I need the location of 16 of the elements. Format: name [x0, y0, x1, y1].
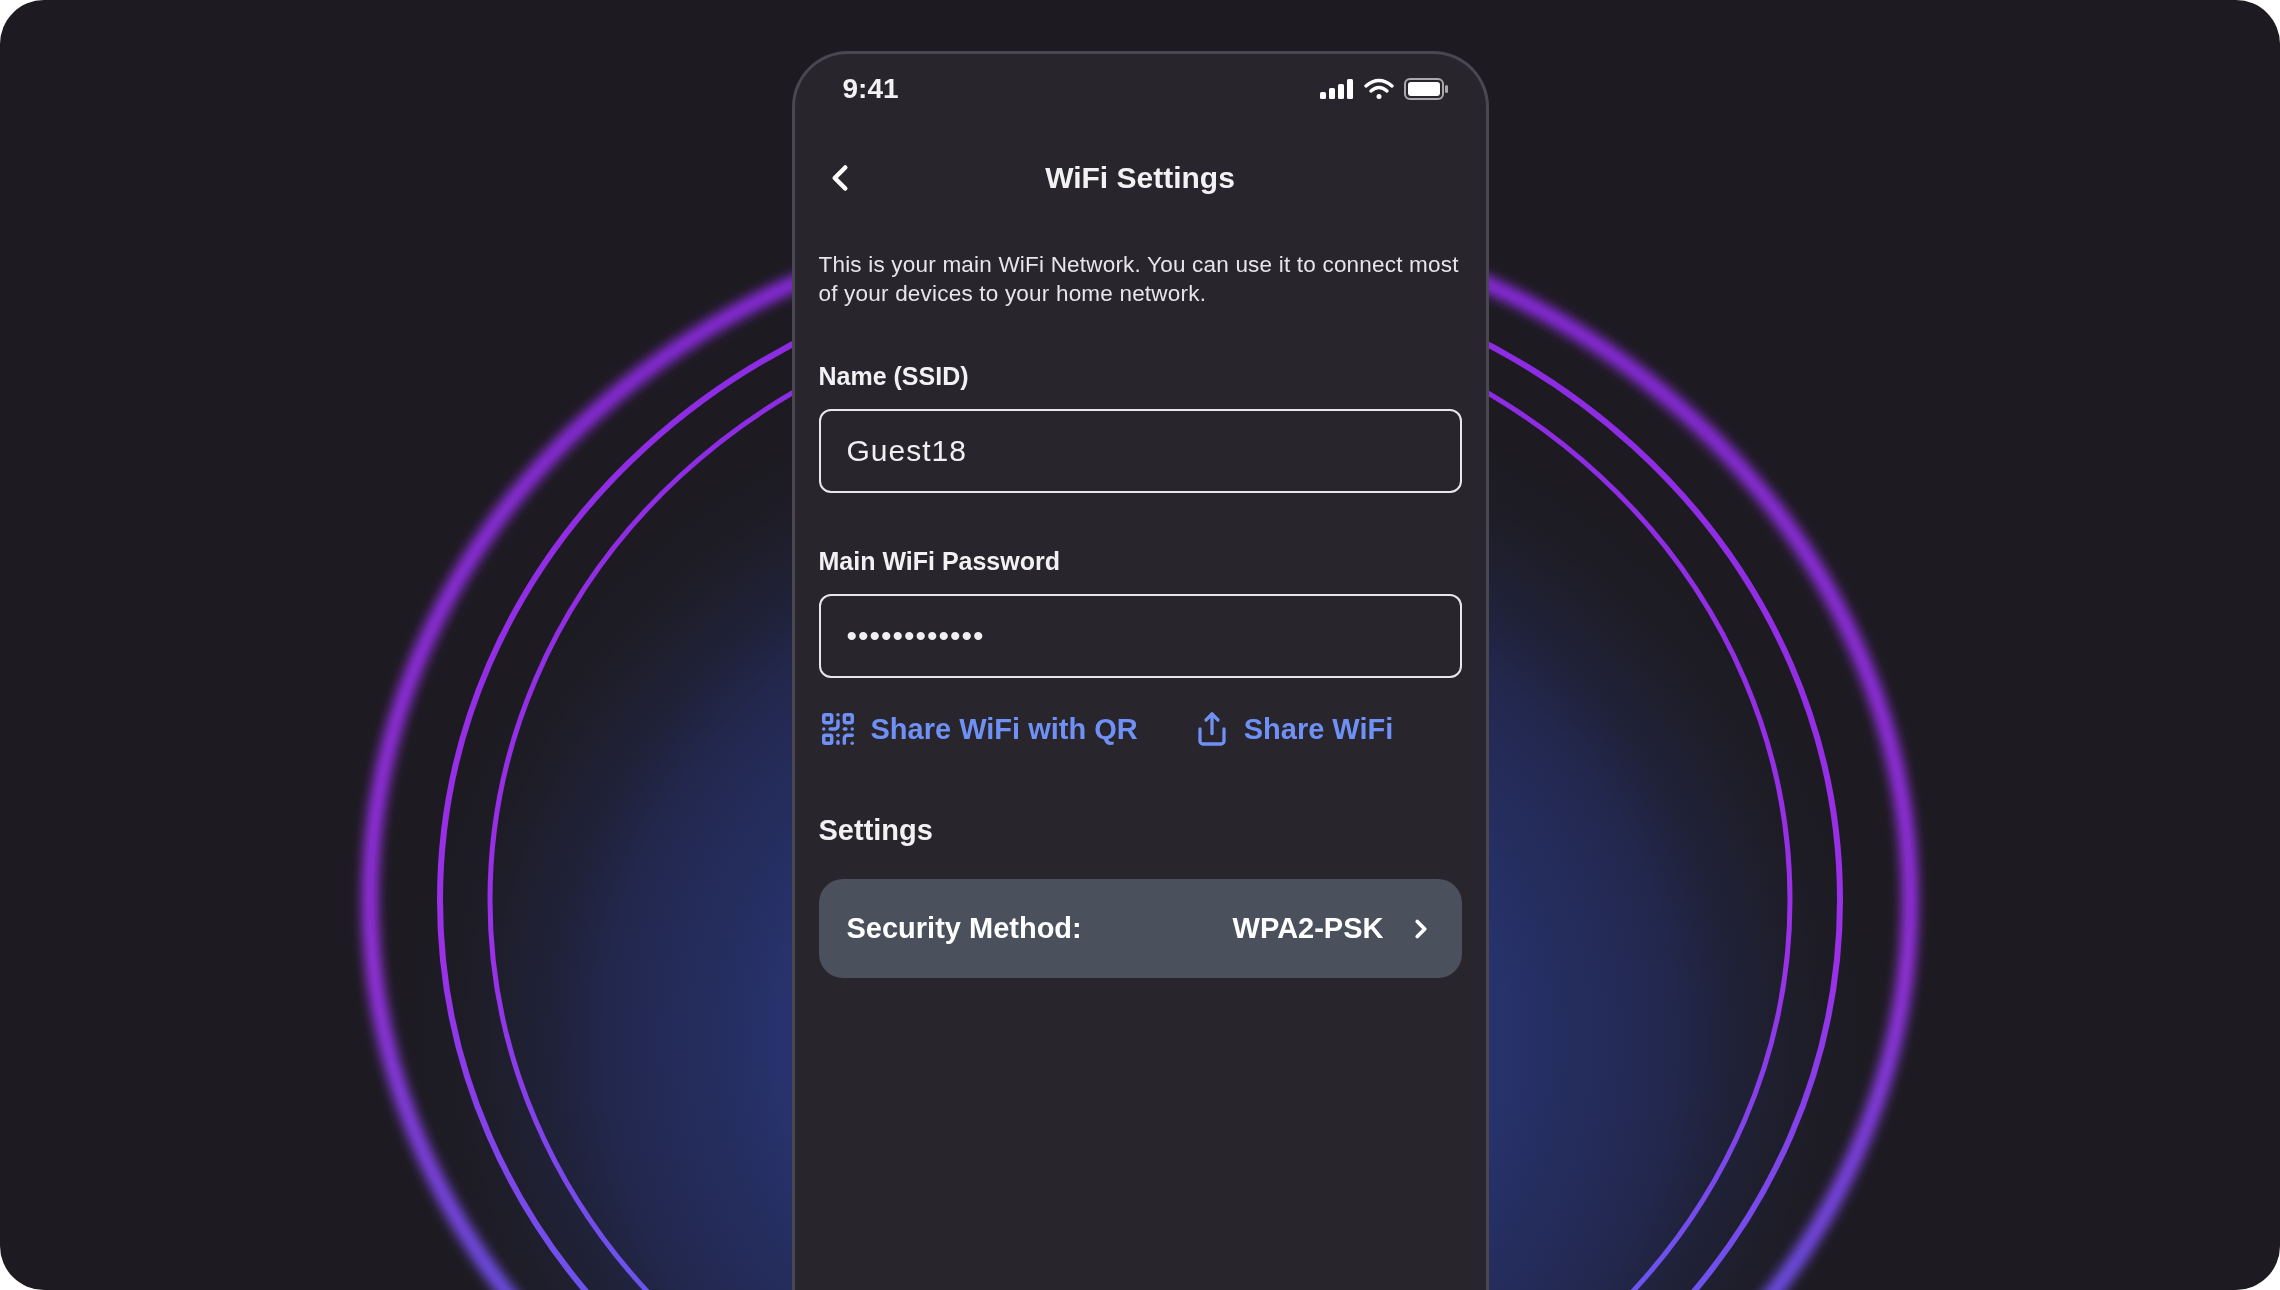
row-label: Security Method: — [846, 912, 1083, 945]
field-label: Name (SSID) — [818, 362, 970, 391]
field-label: Main WiFi Password — [818, 547, 1061, 576]
section-heading: Settings — [818, 814, 934, 847]
input-field[interactable]: •••••••••••• — [818, 594, 1462, 678]
description-text: This is your main WiFi Network. You can use it to connect most of your devices to your home network. — [818, 251, 1460, 308]
row-value: WPA2-PSK — [1232, 912, 1384, 945]
share-qr-link[interactable]: Share WiFi with QR — [818, 710, 1138, 748]
signal-icon — [1319, 79, 1354, 99]
settings-row[interactable]: Security Method: WPA2-PSK — [818, 879, 1462, 978]
status-time: 9:41 — [842, 73, 899, 105]
screen-title: WiFi Settings — [1045, 161, 1235, 195]
input-field[interactable]: Guest18 — [818, 409, 1462, 493]
wifi-icon — [1363, 78, 1394, 100]
share-link[interactable]: Share WiFi — [1193, 711, 1394, 747]
battery-icon — [1403, 78, 1448, 100]
